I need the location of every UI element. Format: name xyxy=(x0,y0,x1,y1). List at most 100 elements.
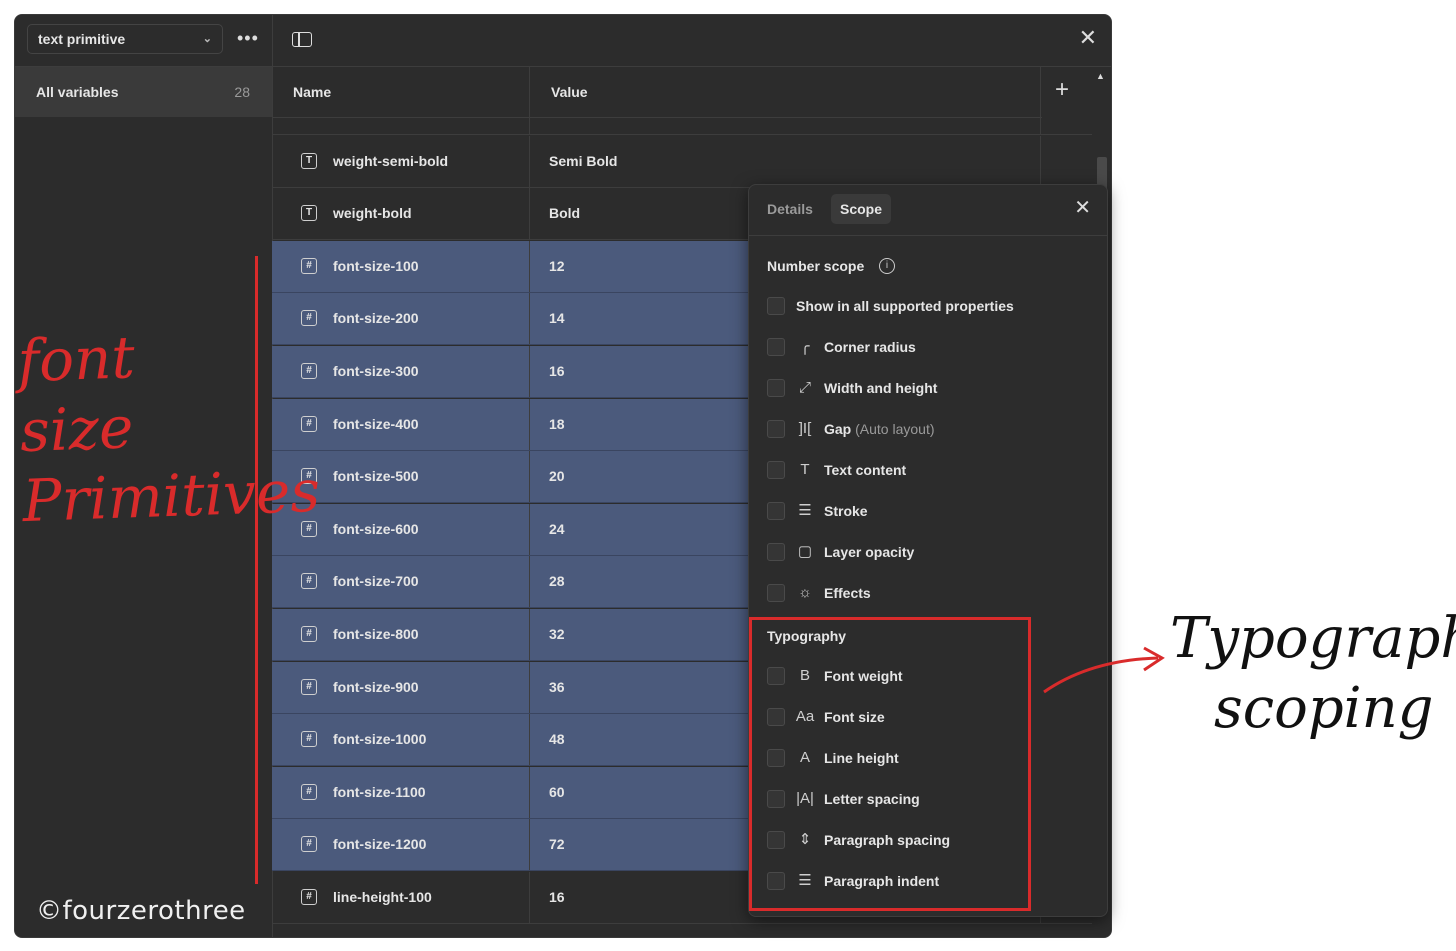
text-icon: T xyxy=(800,461,810,478)
variable-value[interactable]: 36 xyxy=(549,679,565,695)
checkbox[interactable] xyxy=(767,297,785,315)
number-type-icon: # xyxy=(301,836,317,853)
variable-name: font-size-1000 xyxy=(333,731,427,748)
opacity-icon: ▢ xyxy=(797,543,813,560)
option-text: Stroke xyxy=(824,503,868,519)
variable-name: font-size-900 xyxy=(333,678,419,695)
stroke-icon: ☰ xyxy=(798,502,812,519)
add-mode-icon[interactable]: + xyxy=(1055,77,1069,103)
table-header: Name Value xyxy=(272,67,1042,118)
variable-value[interactable]: 32 xyxy=(549,626,565,642)
variable-value[interactable]: 60 xyxy=(549,784,565,800)
sidebar-toggle-icon[interactable] xyxy=(292,32,312,47)
variable-name: font-size-1200 xyxy=(333,836,427,853)
tab-scope[interactable]: Scope xyxy=(831,194,892,224)
table-row[interactable]: Tweight-semi-bold Semi Bold xyxy=(272,135,1092,188)
variable-value[interactable]: Semi Bold xyxy=(549,153,617,169)
number-type-icon: # xyxy=(301,626,317,642)
option-text: Effects xyxy=(824,585,871,601)
number-type-icon: # xyxy=(301,889,317,905)
chevron-down-icon: ⌄ xyxy=(202,33,212,45)
sidebar-item-all-variables[interactable]: All variables 28 xyxy=(15,67,272,117)
string-type-icon: T xyxy=(301,152,317,169)
variable-value[interactable]: Bold xyxy=(549,205,580,221)
column-divider xyxy=(529,819,530,871)
column-divider xyxy=(1040,135,1041,187)
variable-name: font-size-1100 xyxy=(333,783,426,800)
variable-value[interactable]: 48 xyxy=(549,731,565,747)
table-row[interactable]: Tweight-regularRegular xyxy=(272,117,1092,135)
option-text: Show in all supported properties xyxy=(796,298,1014,314)
column-divider xyxy=(529,872,530,923)
column-divider xyxy=(529,661,530,713)
option-text: Layer opacity xyxy=(824,544,915,560)
scope-option[interactable]: ]I[Gap (Auto layout) xyxy=(767,418,1097,442)
checkbox[interactable] xyxy=(767,420,785,438)
number-type-icon: # xyxy=(301,731,317,748)
variable-name: weight-bold xyxy=(333,205,412,222)
checkbox[interactable] xyxy=(767,338,785,356)
variable-name: font-size-700 xyxy=(333,573,419,590)
scope-option[interactable]: ☼ Effects xyxy=(767,582,1097,606)
scope-option-label: Stroke xyxy=(824,503,868,519)
close-icon[interactable]: ✕ xyxy=(1074,198,1091,218)
more-options-icon[interactable]: ••• xyxy=(237,29,259,47)
scope-option[interactable]: ☰ Stroke xyxy=(767,500,1097,524)
variable-value[interactable]: 16 xyxy=(549,889,565,905)
number-type-icon: # xyxy=(301,415,317,432)
column-header-value: Value xyxy=(551,84,588,100)
variable-value[interactable]: 18 xyxy=(549,416,565,432)
column-divider xyxy=(529,240,530,292)
scroll-up-icon[interactable]: ▲ xyxy=(1096,71,1105,81)
checkbox[interactable] xyxy=(767,461,785,479)
scope-option-label: Corner radius xyxy=(824,339,916,355)
checkbox[interactable] xyxy=(767,379,785,397)
number-type-icon: # xyxy=(301,783,317,800)
variable-value[interactable]: 16 xyxy=(549,363,565,379)
info-icon[interactable]: i xyxy=(879,258,895,274)
checkbox[interactable] xyxy=(767,543,785,561)
variable-name: font-size-600 xyxy=(333,520,419,537)
column-divider xyxy=(529,346,530,397)
variable-name: font-size-100 xyxy=(333,257,419,274)
option-text: Width and height xyxy=(824,380,938,396)
checkbox[interactable] xyxy=(767,502,785,520)
close-icon[interactable]: ✕ xyxy=(1079,27,1097,49)
scope-option-label: Width and height xyxy=(824,380,937,396)
column-divider xyxy=(1040,117,1041,134)
annotation-font-size-primitives: font size Primitives xyxy=(16,318,322,536)
column-divider xyxy=(1040,67,1041,117)
tab-details[interactable]: Details xyxy=(767,201,813,217)
scope-option[interactable]: ▢ Layer opacity xyxy=(767,541,1097,565)
scope-option[interactable]: T Text content xyxy=(767,459,1097,483)
divider xyxy=(749,235,1107,236)
option-text: Text content xyxy=(824,462,907,478)
column-divider xyxy=(529,117,530,134)
column-divider xyxy=(529,135,530,187)
column-divider xyxy=(529,293,530,345)
scope-option[interactable]: ╭ Corner radius xyxy=(767,336,1097,360)
variable-value[interactable]: 24 xyxy=(549,521,565,537)
variable-value[interactable]: 72 xyxy=(549,836,565,852)
collection-label: text primitive xyxy=(38,31,126,47)
column-divider xyxy=(529,188,530,240)
annotation-line: Primitives xyxy=(21,456,322,536)
column-divider xyxy=(529,398,530,450)
option-subtext: (Auto layout) xyxy=(855,421,935,437)
checkbox[interactable] xyxy=(767,584,785,602)
variable-name: font-size-300 xyxy=(333,363,419,379)
scope-option[interactable]: Show in all supported properties xyxy=(767,295,1097,319)
variable-value[interactable]: 28 xyxy=(549,573,565,589)
variable-value[interactable]: 14 xyxy=(549,310,565,326)
resize-icon: ⤢ xyxy=(798,379,811,396)
collection-select[interactable]: text primitive ⌄ xyxy=(27,24,223,54)
scope-option[interactable]: ⤢ Width and height xyxy=(767,377,1097,401)
scope-option-label: Show in all supported properties xyxy=(796,298,1014,314)
number-type-icon: # xyxy=(301,257,317,274)
scope-option-label: Text content xyxy=(824,462,906,478)
variable-value[interactable]: 12 xyxy=(549,258,565,274)
variable-value[interactable]: 20 xyxy=(549,468,565,484)
variable-count: 28 xyxy=(234,84,250,100)
column-divider xyxy=(529,67,530,117)
effects-icon: ☼ xyxy=(798,584,812,601)
